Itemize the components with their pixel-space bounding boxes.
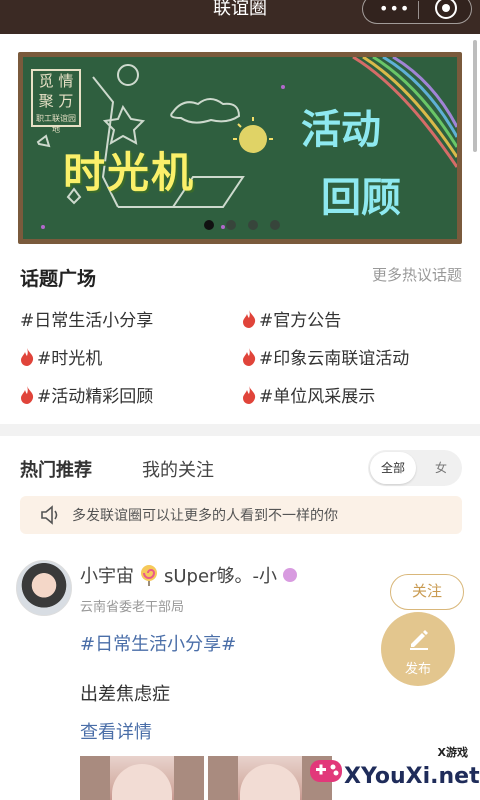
flame-icon bbox=[243, 347, 256, 366]
pager-dot[interactable] bbox=[204, 220, 214, 230]
pager-dot[interactable] bbox=[248, 220, 258, 230]
topic-label: #时光机 bbox=[37, 349, 103, 369]
watermark-text: XYouXi.net bbox=[344, 764, 480, 789]
filter-female-button[interactable]: 女 bbox=[426, 452, 456, 484]
lollipop-icon bbox=[141, 565, 157, 586]
flame-icon bbox=[21, 385, 34, 404]
post-organization: 云南省委老干部局 bbox=[80, 600, 185, 615]
topic-item[interactable]: #单位风采展示 bbox=[242, 382, 375, 407]
topic-label: #单位风采展示 bbox=[259, 387, 376, 407]
banner-subtitle-1: 活动 bbox=[301, 106, 381, 153]
mini-program-capsule: ••• bbox=[362, 0, 472, 24]
post-photo[interactable] bbox=[80, 756, 204, 800]
notice-banner: 多发联谊圈可以让更多的人看到不一样的你 bbox=[20, 496, 462, 534]
follow-button[interactable]: 关注 bbox=[390, 574, 464, 610]
topic-item[interactable]: #活动精彩回顾 bbox=[20, 382, 153, 407]
post-username[interactable]: 小宇宙 sUper够。-小 bbox=[80, 562, 297, 588]
topic-label: #官方公告 bbox=[259, 311, 342, 331]
banner-logo-line2: 聚 万 bbox=[38, 92, 74, 110]
post-text: 出差焦虑症 bbox=[80, 684, 170, 705]
top-bar: 联谊圈 ••• bbox=[0, 0, 480, 34]
scrollbar[interactable] bbox=[473, 40, 477, 152]
pager-dot[interactable] bbox=[226, 220, 236, 230]
banner-subtitle-2: 回顾 bbox=[321, 174, 401, 221]
verified-badge-icon bbox=[282, 568, 297, 582]
banner-title: 时光机 bbox=[63, 148, 196, 197]
tab-hot-recommend[interactable]: 热门推荐 bbox=[20, 456, 92, 482]
banner-carousel[interactable]: 觅 情 聚 万 职工联谊园地 时光机 活动 回顾 bbox=[18, 52, 462, 244]
flame-icon bbox=[21, 347, 34, 366]
flame-icon bbox=[243, 309, 256, 328]
topic-item[interactable]: #时光机 bbox=[20, 344, 102, 369]
pager-dot[interactable] bbox=[270, 220, 280, 230]
speaker-icon bbox=[41, 505, 58, 525]
publish-button[interactable]: 发布 bbox=[381, 612, 455, 686]
banner-chalkboard: 觅 情 聚 万 职工联谊园地 时光机 活动 回顾 bbox=[23, 57, 457, 239]
more-dots-icon[interactable]: ••• bbox=[379, 0, 410, 18]
notice-text: 多发联谊圈可以让更多的人看到不一样的你 bbox=[72, 508, 338, 524]
topics-title: 话题广场 bbox=[20, 268, 97, 290]
topic-item[interactable]: #官方公告 bbox=[242, 306, 341, 331]
carousel-pager bbox=[204, 220, 280, 230]
topic-label: #印象云南联谊活动 bbox=[259, 349, 410, 369]
topic-item[interactable]: #印象云南联谊活动 bbox=[242, 344, 409, 369]
pen-icon bbox=[410, 630, 428, 650]
username-part-2: sUper够。-小 bbox=[164, 566, 277, 587]
banner-logo: 觅 情 聚 万 职工联谊园地 bbox=[31, 69, 81, 134]
filter-all-button[interactable]: 全部 bbox=[370, 452, 416, 484]
watermark-small: X游戏 bbox=[437, 746, 468, 759]
watermark: X游戏 XYouXi.net bbox=[300, 740, 480, 800]
gender-filter: 全部 女 bbox=[368, 450, 462, 486]
gamepad-logo-icon bbox=[310, 760, 342, 782]
target-icon[interactable] bbox=[435, 0, 457, 19]
flame-icon bbox=[243, 385, 256, 404]
banner-logo-caption: 职工联谊园地 bbox=[36, 114, 76, 134]
banner-logo-line1: 觅 情 bbox=[38, 72, 74, 90]
view-details-link[interactable]: 查看详情 bbox=[80, 718, 152, 744]
section-divider bbox=[0, 424, 480, 436]
tab-my-follows[interactable]: 我的关注 bbox=[142, 456, 214, 482]
post-topic-tag[interactable]: #日常生活小分享# bbox=[80, 630, 236, 656]
username-part-1: 小宇宙 bbox=[80, 566, 134, 587]
capsule-divider bbox=[418, 1, 419, 19]
topic-item[interactable]: #日常生活小分享 bbox=[20, 306, 153, 331]
topics-more-link[interactable]: 更多热议话题 bbox=[372, 264, 462, 285]
avatar[interactable] bbox=[16, 560, 72, 616]
publish-label: 发布 bbox=[404, 662, 431, 677]
topic-label: #活动精彩回顾 bbox=[37, 387, 154, 407]
topic-label: #日常生活小分享 bbox=[20, 311, 154, 331]
